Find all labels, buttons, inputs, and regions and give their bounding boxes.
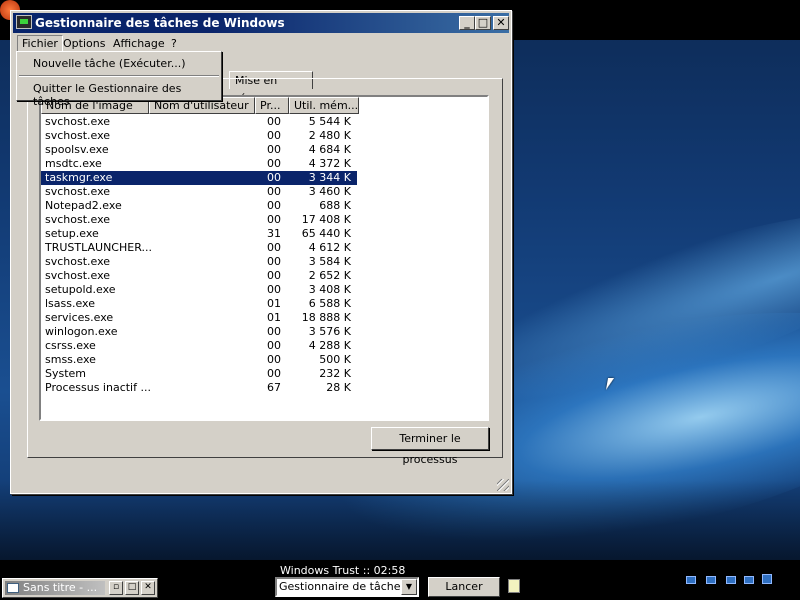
process-memory: 6 588 K <box>308 297 351 310</box>
process-memory: 65 440 K <box>301 227 351 240</box>
process-name: TRUSTLAUNCHER... <box>45 241 152 254</box>
table-row[interactable]: svchost.exe 00 17 408 K <box>41 213 487 227</box>
table-row[interactable]: svchost.exe 00 3 460 K <box>41 185 487 199</box>
minimize-button[interactable]: _ <box>459 16 475 30</box>
table-row[interactable]: svchost.exe 00 2 480 K <box>41 129 487 143</box>
process-name: winlogon.exe <box>45 325 118 338</box>
status-text: Windows Trust :: 02:58 <box>280 564 406 577</box>
mini-close-icon[interactable]: ✕ <box>141 581 155 595</box>
table-row[interactable]: csrss.exe 00 4 288 K <box>41 339 487 353</box>
process-rows: svchost.exe 00 5 544 Ksvchost.exe 00 2 480 K… <box>41 115 487 395</box>
table-row[interactable]: taskmgr.exe 00 3 344 K <box>41 171 487 185</box>
tray-monitor-icon-4[interactable] <box>744 576 754 584</box>
table-row[interactable]: msdtc.exe 00 4 372 K <box>41 157 487 171</box>
table-row[interactable]: TRUSTLAUNCHER... 00 4 612 K <box>41 241 487 255</box>
minimized-window[interactable]: Sans titre - ... ▫ □ ✕ <box>2 578 158 598</box>
resize-grip[interactable] <box>497 479 509 491</box>
tray-monitor-icon-2[interactable] <box>706 576 716 584</box>
process-name: System <box>45 367 87 380</box>
process-name: svchost.exe <box>45 269 111 282</box>
process-name: setup.exe <box>45 227 99 240</box>
process-name: svchost.exe <box>45 129 111 142</box>
process-memory: 17 408 K <box>301 213 351 226</box>
notepad-icon[interactable] <box>508 579 520 593</box>
process-name: svchost.exe <box>45 185 111 198</box>
task-manager-app-icon <box>16 15 32 29</box>
menu-item-quit[interactable]: Quitter le Gestionnaire des tâches <box>33 82 221 108</box>
table-row[interactable]: spoolsv.exe 00 4 684 K <box>41 143 487 157</box>
process-memory: 4 612 K <box>308 241 351 254</box>
program-combo-value: Gestionnaire de tâches <box>279 580 407 593</box>
process-memory: 3 460 K <box>308 185 351 198</box>
table-row[interactable]: svchost.exe 00 3 584 K <box>41 255 487 269</box>
program-combo[interactable]: Gestionnaire de tâches ▼ <box>275 577 419 597</box>
process-memory: 500 K <box>319 353 351 366</box>
process-memory: 4 372 K <box>308 157 351 170</box>
process-name: setupold.exe <box>45 283 116 296</box>
table-row[interactable]: svchost.exe 00 5 544 K <box>41 115 487 129</box>
end-process-button[interactable]: Terminer le processus <box>371 427 489 466</box>
table-row[interactable]: lsass.exe 01 6 588 K <box>41 297 487 311</box>
process-name: svchost.exe <box>45 213 111 226</box>
process-memory: 3 408 K <box>308 283 351 296</box>
process-name: lsass.exe <box>45 297 95 310</box>
process-name: spoolsv.exe <box>45 143 109 156</box>
process-list[interactable]: Nom de l'image Nom d'utilisateur Pr... U… <box>39 95 489 421</box>
table-row[interactable]: setup.exe 31 65 440 K <box>41 227 487 241</box>
menu-separator <box>19 75 219 77</box>
process-memory: 2 480 K <box>308 129 351 142</box>
file-menu-dropdown: Nouvelle tâche (Exécuter...) Quitter le … <box>16 51 222 108</box>
chevron-down-icon[interactable]: ▼ <box>401 579 417 595</box>
table-row[interactable]: Notepad2.exe 00 688 K <box>41 199 487 213</box>
process-memory: 3 584 K <box>308 255 351 268</box>
title-bar[interactable]: Gestionnaire des tâches de Windows _ □ ✕ <box>13 13 509 33</box>
tray-monitor-icon-1[interactable] <box>686 576 696 584</box>
process-name: csrss.exe <box>45 339 96 352</box>
process-name: taskmgr.exe <box>45 171 113 184</box>
tray-monitor-icon-5[interactable] <box>762 574 772 584</box>
process-memory: 4 684 K <box>308 143 351 156</box>
table-row[interactable]: winlogon.exe 00 3 576 K <box>41 325 487 339</box>
process-name: svchost.exe <box>45 115 111 128</box>
process-name: Processus inactif ... <box>45 381 151 394</box>
process-memory: 232 K <box>319 367 351 380</box>
minimized-window-title[interactable]: Sans titre - ... <box>5 581 105 595</box>
process-name: msdtc.exe <box>45 157 102 170</box>
menu-item-new-task[interactable]: Nouvelle tâche (Exécuter...) <box>33 57 186 70</box>
process-name: services.exe <box>45 311 114 324</box>
window-title: Gestionnaire des tâches de Windows <box>35 16 285 30</box>
process-memory: 28 K <box>326 381 351 394</box>
mini-restore-icon[interactable]: ▫ <box>109 581 123 595</box>
process-name: smss.exe <box>45 353 96 366</box>
process-memory: 3 344 K <box>308 171 351 184</box>
table-row[interactable]: System 00 232 K <box>41 367 487 381</box>
table-row[interactable]: setupold.exe 00 3 408 K <box>41 283 487 297</box>
tray-monitor-icon-3[interactable] <box>726 576 736 584</box>
table-row[interactable]: Processus inactif ... 67 28 K <box>41 381 487 395</box>
process-name: Notepad2.exe <box>45 199 122 212</box>
maximize-button[interactable]: □ <box>475 16 491 30</box>
process-memory: 3 576 K <box>308 325 351 338</box>
process-memory: 688 K <box>319 199 351 212</box>
process-memory: 18 888 K <box>301 311 351 324</box>
table-row[interactable]: svchost.exe 00 2 652 K <box>41 269 487 283</box>
process-memory: 4 288 K <box>308 339 351 352</box>
mini-maximize-icon[interactable]: □ <box>125 581 139 595</box>
close-button[interactable]: ✕ <box>493 16 509 30</box>
launch-button[interactable]: Lancer <box>428 577 500 597</box>
column-header-memory[interactable]: Util. mém... <box>289 97 359 114</box>
process-memory: 2 652 K <box>308 269 351 282</box>
column-header-cpu[interactable]: Pr... <box>255 97 289 114</box>
table-row[interactable]: smss.exe 00 500 K <box>41 353 487 367</box>
table-row[interactable]: services.exe 01 18 888 K <box>41 311 487 325</box>
process-name: svchost.exe <box>45 255 111 268</box>
process-memory: 5 544 K <box>308 115 351 128</box>
